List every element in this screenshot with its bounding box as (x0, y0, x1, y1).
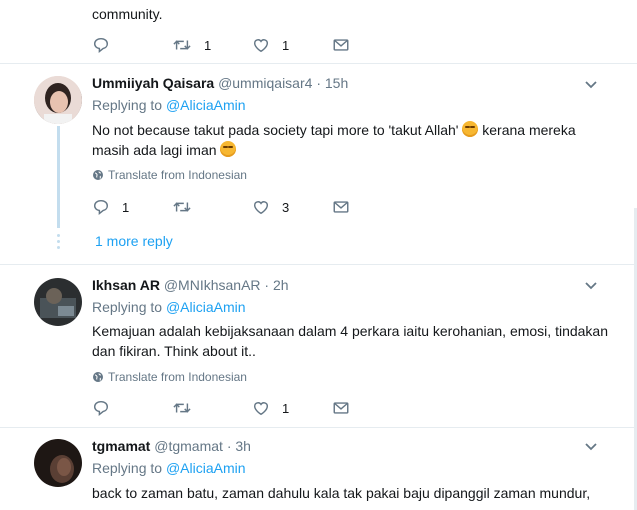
like-count: 3 (282, 199, 290, 215)
tweet-text: dan fikiran. Think about it.. (92, 343, 256, 359)
replying-to: Replying to @AliciaAmin (92, 97, 246, 113)
avatar[interactable] (34, 278, 82, 326)
like-button[interactable]: 1 (252, 397, 289, 419)
tweet-header: Ummiiyah Qaisara @ummiqaisar4 · 15h (92, 75, 349, 91)
like-button[interactable]: 3 (252, 196, 289, 218)
translate-link[interactable]: Translate from Indonesian (92, 370, 247, 384)
reply-button[interactable] (92, 34, 110, 56)
heart-icon (252, 198, 270, 216)
mention-link[interactable]: @AliciaAmin (166, 299, 246, 315)
heart-icon (252, 399, 270, 417)
like-count: 1 (282, 400, 290, 416)
translate-link[interactable]: Translate from Indonesian (92, 168, 247, 182)
divider (0, 63, 637, 64)
avatar[interactable] (34, 439, 82, 487)
reply-icon (92, 399, 110, 417)
like-count: 1 (282, 37, 290, 53)
chevron-down-icon[interactable] (584, 281, 598, 291)
reply-icon (92, 36, 110, 54)
envelope-icon (332, 399, 350, 417)
user-photo (34, 439, 82, 487)
envelope-icon (332, 198, 350, 216)
replying-to: Replying to @AliciaAmin (92, 460, 246, 476)
tweet-actions: 1 (92, 397, 392, 419)
tweet-time[interactable]: 2h (273, 277, 289, 293)
reply-icon (92, 198, 110, 216)
heart-icon (252, 36, 270, 54)
direct-message-button[interactable] (332, 397, 350, 419)
chevron-down-icon[interactable] (584, 80, 598, 90)
retweet-icon (172, 36, 192, 54)
retweet-button[interactable] (172, 196, 192, 218)
chevron-down-icon[interactable] (584, 442, 598, 452)
reply-button[interactable] (92, 397, 110, 419)
direct-message-button[interactable] (332, 34, 350, 56)
like-button[interactable]: 1 (252, 34, 289, 56)
user-photo (34, 278, 82, 326)
reply-count: 1 (122, 199, 130, 215)
reply-button[interactable]: 1 (92, 196, 129, 218)
retweet-icon (172, 198, 192, 216)
mention-link[interactable]: @AliciaAmin (166, 460, 246, 476)
smiling-emoji-icon (220, 141, 237, 157)
tweet-text: Kemajuan adalah kebijaksanaan dalam 4 pe… (92, 323, 608, 339)
replying-to: Replying to @AliciaAmin (92, 299, 246, 315)
user-handle[interactable]: @ummiqaisar4 (218, 75, 312, 91)
tweet-text: masih ada lagi iman (92, 140, 237, 160)
tweet-actions: 1 1 (92, 34, 392, 56)
globe-icon (92, 371, 104, 383)
retweet-button[interactable] (172, 397, 192, 419)
user-handle[interactable]: @MNIkhsanAR (164, 277, 261, 293)
retweet-icon (172, 399, 192, 417)
globe-icon (92, 169, 104, 181)
thread-dot (57, 234, 60, 237)
direct-message-button[interactable] (332, 196, 350, 218)
smiling-emoji-icon (462, 121, 479, 137)
display-name[interactable]: Ikhsan AR (92, 277, 160, 293)
divider (0, 264, 637, 265)
thread-line (57, 126, 60, 228)
tweet-time[interactable]: 15h (325, 75, 348, 91)
tweet-header: tgmamat @tgmamat · 3h (92, 438, 251, 454)
avatar[interactable] (34, 76, 82, 124)
tweet-text: community. (92, 6, 163, 22)
user-handle[interactable]: @tgmamat (154, 438, 223, 454)
tweet-time[interactable]: 3h (235, 438, 251, 454)
envelope-icon (332, 36, 350, 54)
mention-link[interactable]: @AliciaAmin (166, 97, 246, 113)
tweet-text: back to zaman batu, zaman dahulu kala ta… (92, 485, 591, 501)
user-photo (34, 76, 82, 124)
retweet-button[interactable]: 1 (172, 34, 211, 56)
display-name[interactable]: tgmamat (92, 438, 150, 454)
more-replies-link[interactable]: 1 more reply (95, 233, 173, 249)
tweet-text: No not because takut pada society tapi m… (92, 121, 576, 138)
divider (0, 427, 637, 428)
display-name[interactable]: Ummiiyah Qaisara (92, 75, 214, 91)
tweet-actions: 1 3 (92, 196, 392, 218)
thread-dot (57, 240, 60, 243)
tweet-header: Ikhsan AR @MNIkhsanAR · 2h (92, 277, 289, 293)
retweet-count: 1 (204, 37, 212, 53)
thread-dot (57, 246, 60, 249)
